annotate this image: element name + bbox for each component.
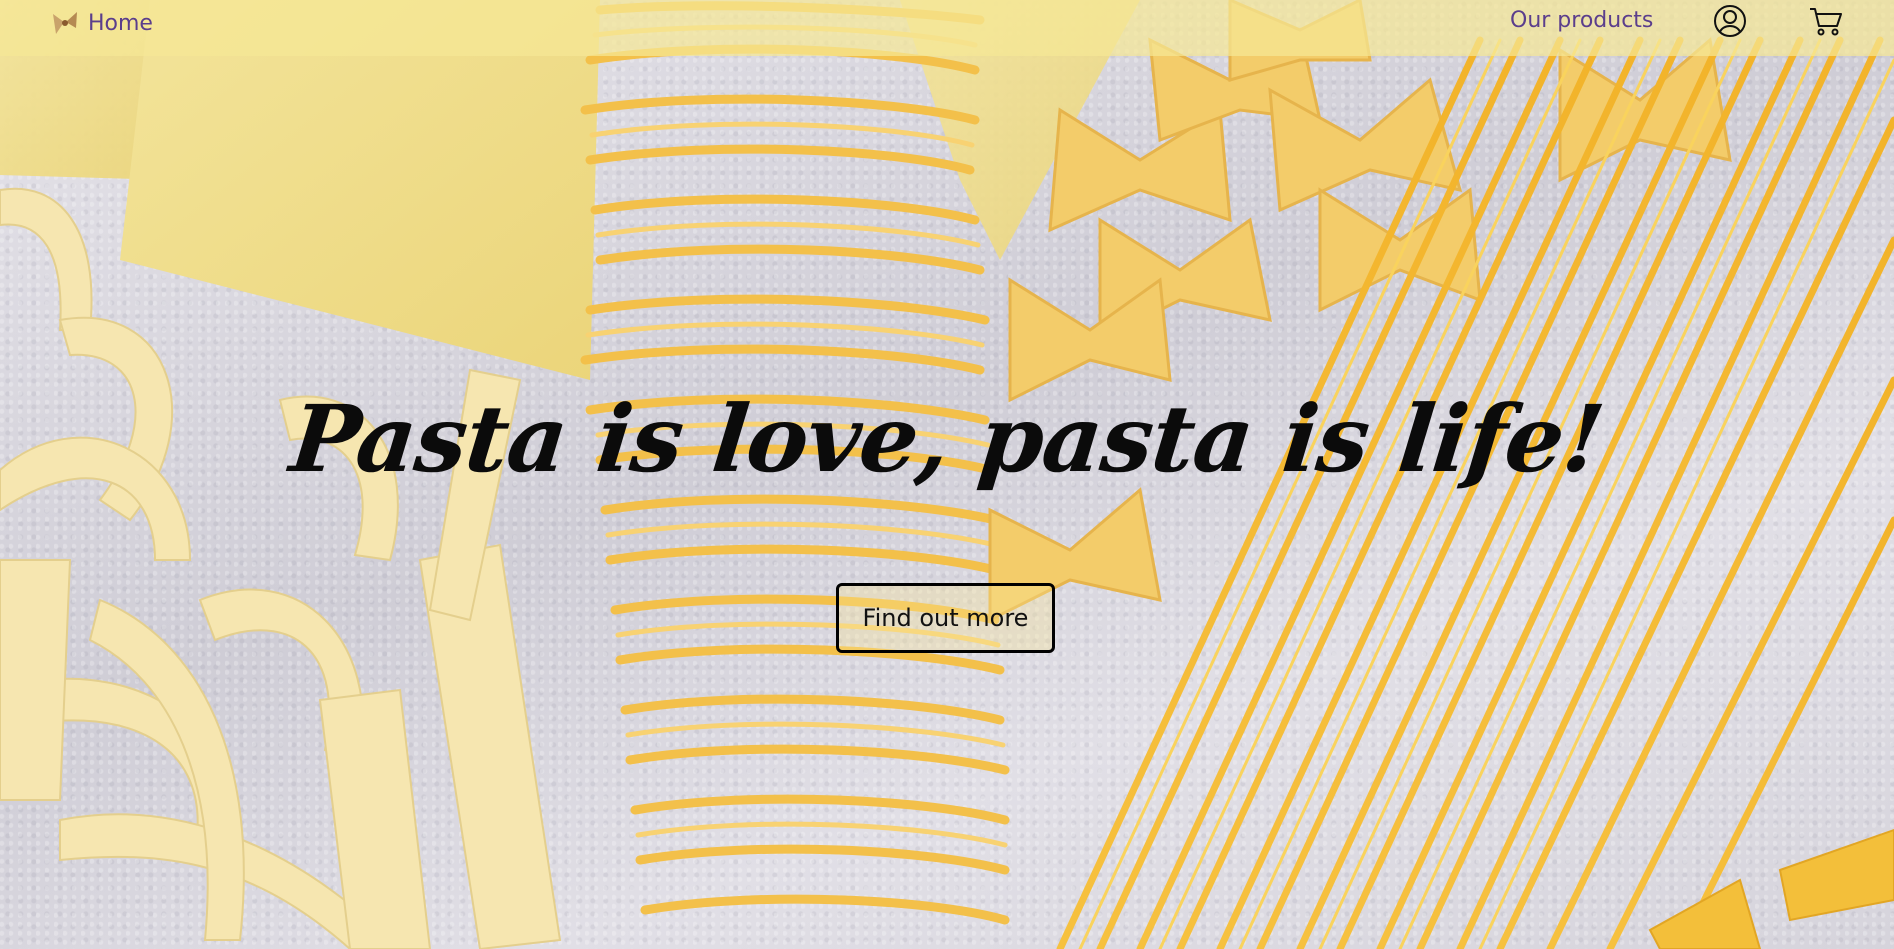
home-link[interactable]: Home — [50, 8, 153, 38]
our-products-link[interactable]: Our products — [1510, 8, 1653, 33]
bow-tie-pasta-logo-icon — [53, 12, 77, 34]
shopping-cart-icon[interactable] — [1808, 4, 1844, 38]
home-label: Home — [88, 10, 153, 36]
find-out-more-button[interactable]: Find out more — [836, 583, 1055, 653]
top-navigation-bar: Home Our products — [0, 0, 1894, 56]
user-account-icon[interactable] — [1713, 4, 1747, 38]
hero-headline: Pasta is love, pasta is life! — [285, 385, 1609, 493]
